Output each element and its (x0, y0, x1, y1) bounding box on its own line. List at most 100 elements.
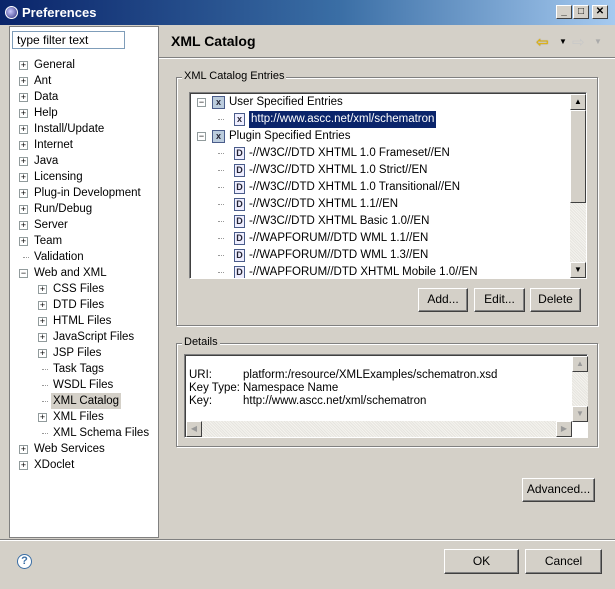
details-hscrollbar[interactable] (186, 421, 572, 437)
close-button[interactable]: ✕ (592, 5, 608, 19)
expand-icon[interactable]: + (19, 173, 28, 182)
tree-line (218, 187, 224, 188)
details-text[interactable]: URI: platform:/resource/XMLExamples/schem… (184, 354, 588, 438)
nav-item-label: XML Schema Files (53, 427, 150, 439)
expand-icon[interactable]: + (38, 317, 47, 326)
expand-icon[interactable]: + (19, 205, 28, 214)
filter-input[interactable] (12, 31, 125, 49)
collapse-icon[interactable]: − (197, 98, 206, 107)
expand-icon[interactable]: + (19, 93, 28, 102)
dtd-file-icon: D (234, 164, 245, 177)
detail-row: URI: platform:/resource/XMLExamples/schem… (189, 369, 569, 382)
detail-row: Key: http://www.ascc.net/xml/schematron (189, 395, 569, 408)
nav-item-label: Plug-in Development (34, 187, 141, 199)
nav-item-label: Ant (34, 75, 52, 87)
catalog-entry-label: Plugin Specified Entries (229, 130, 351, 142)
back-menu-chevron-down-icon[interactable]: ▼ (559, 37, 567, 46)
catalog-entry-label: -//W3C//DTD XHTML 1.0 Strict//EN (249, 164, 428, 176)
catalog-tree[interactable]: − x User Specified Entries x http://www.ascc… (189, 92, 587, 279)
maximize-button[interactable]: □ (573, 5, 589, 19)
expand-icon[interactable]: + (19, 221, 28, 230)
nav-item-label: Data (34, 91, 59, 103)
forward-arrow-icon[interactable]: ⇨ (572, 33, 585, 51)
collapse-icon[interactable]: − (197, 132, 206, 141)
detail-value: Namespace Name (243, 382, 339, 394)
details-label: Details (182, 336, 220, 348)
edit-button[interactable]: Edit... (474, 288, 525, 312)
expand-icon[interactable]: + (19, 445, 28, 454)
collapse-icon[interactable]: − (19, 269, 28, 278)
nav-item-label: Java (34, 155, 59, 167)
catalog-entry-label: -//WAPFORUM//DTD WML 1.1//EN (249, 232, 429, 244)
nav-item-label: DTD Files (53, 299, 105, 311)
dtd-file-icon: D (234, 198, 245, 211)
catalog-entry-label: -//W3C//DTD XHTML 1.1//EN (249, 198, 399, 210)
nav-item-label: HTML Files (53, 315, 112, 327)
expand-icon[interactable]: + (38, 333, 47, 342)
delete-button[interactable]: Delete (530, 288, 581, 312)
scroll-up-button[interactable]: ▲ (570, 94, 586, 110)
expand-icon[interactable]: + (38, 413, 47, 422)
expand-icon[interactable]: + (19, 77, 28, 86)
nav-item-label: CSS Files (53, 283, 105, 295)
details-scroll-left-button[interactable]: ◀ (186, 421, 202, 437)
tree-line (218, 119, 224, 120)
nav-item-label: Web Services (34, 443, 105, 455)
tree-line (23, 257, 29, 258)
cancel-button[interactable]: Cancel (525, 549, 602, 574)
tree-line (42, 369, 48, 370)
tree-line (42, 385, 48, 386)
details-scroll-up-button[interactable]: ▲ (572, 356, 588, 372)
title-bar: Preferences _ □ ✕ (0, 0, 615, 25)
expand-icon[interactable]: + (19, 61, 28, 70)
expand-icon[interactable]: + (19, 109, 28, 118)
tree-line (218, 255, 224, 256)
catalog-entry-label: -//W3C//DTD XHTML Basic 1.0//EN (249, 215, 430, 227)
details-scroll-right-button[interactable]: ▶ (556, 421, 572, 437)
nav-item-label: Validation (34, 251, 84, 263)
catalog-entry-label: User Specified Entries (229, 96, 343, 108)
nav-item-label: XML Files (53, 411, 104, 423)
help-icon[interactable]: ? (17, 554, 32, 569)
dtd-file-icon: D (234, 249, 245, 262)
nav-item-label: Task Tags (53, 363, 104, 375)
tree-line (42, 401, 48, 402)
header-separator (159, 57, 615, 59)
back-arrow-icon[interactable]: ⇦ (536, 33, 549, 51)
footer-separator (0, 539, 615, 541)
detail-value: platform:/resource/XMLExamples/schematro… (243, 369, 498, 381)
expand-icon[interactable]: + (19, 189, 28, 198)
advanced-button[interactable]: Advanced... (522, 478, 595, 502)
expand-icon[interactable]: + (19, 461, 28, 470)
details-scroll-down-button[interactable]: ▼ (572, 406, 588, 422)
nav-item-label: JSP Files (53, 347, 102, 359)
detail-value: http://www.ascc.net/xml/schematron (243, 395, 427, 407)
detail-key: URI: (189, 369, 212, 381)
nav-item-label: Install/Update (34, 123, 105, 135)
forward-menu-chevron-down-icon[interactable]: ▼ (594, 37, 602, 46)
expand-icon[interactable]: + (19, 237, 28, 246)
tree-line (218, 204, 224, 205)
nav-item-label: Licensing (34, 171, 83, 183)
nav-item-label: JavaScript Files (53, 331, 135, 343)
tree-line (218, 170, 224, 171)
dtd-file-icon: D (234, 232, 245, 245)
expand-icon[interactable]: + (19, 141, 28, 150)
minimize-button[interactable]: _ (556, 5, 572, 19)
dtd-file-icon: D (234, 215, 245, 228)
nav-item-label: Help (34, 107, 58, 119)
expand-icon[interactable]: + (38, 349, 47, 358)
expand-icon[interactable]: + (19, 157, 28, 166)
scroll-down-button[interactable]: ▼ (570, 262, 586, 278)
ok-button[interactable]: OK (444, 549, 519, 574)
expand-icon[interactable]: + (19, 125, 28, 134)
page-title: XML Catalog (171, 33, 256, 49)
nav-item-label: XML Catalog (51, 393, 122, 409)
tree-line (42, 433, 48, 434)
nav-item-label: WSDL Files (53, 379, 114, 391)
add-button[interactable]: Add... (418, 288, 468, 312)
nav-item-label: Server (34, 219, 68, 231)
expand-icon[interactable]: + (38, 285, 47, 294)
expand-icon[interactable]: + (38, 301, 47, 310)
scroll-thumb[interactable] (570, 110, 586, 203)
